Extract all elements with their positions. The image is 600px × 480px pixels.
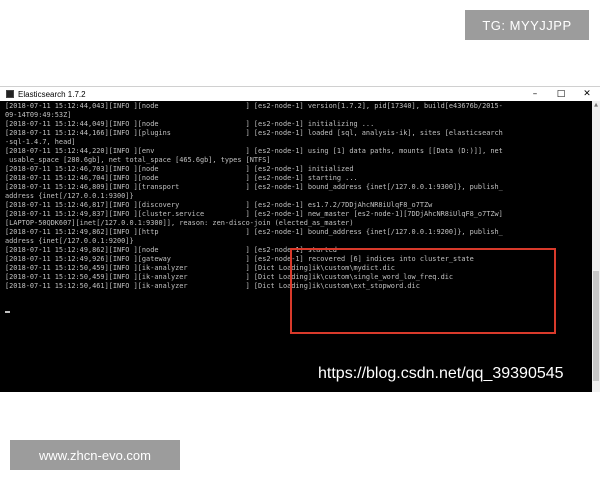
console-line: usable_space [280.6gb], net total_space … [5,156,271,164]
scroll-up-icon[interactable]: ▲ [592,101,600,109]
console-output[interactable]: [2018-07-11 15:12:44,043][INFO ][node ] … [0,101,592,392]
highlight-box [290,248,556,334]
console-app-icon [6,90,14,98]
watermark-url: https://blog.csdn.net/qq_39390545 [318,365,564,382]
console-line: [2018-07-11 15:12:46,817][INFO ][discove… [5,201,433,209]
title-bar: Elasticsearch 1.7.2 – □ ✕ [0,87,600,101]
scroll-thumb[interactable] [593,271,599,381]
console-line: [2018-07-11 15:12:44,220][INFO ][env ] [… [5,147,503,155]
console-line: [2018-07-11 15:12:49,837][INFO ][cluster… [5,210,503,218]
console-line: 09-14T09:49:53Z] [5,111,72,119]
console-line: [2018-07-11 15:12:46,704][INFO ][node ] … [5,174,358,182]
close-button[interactable]: ✕ [574,87,600,101]
console-line: [2018-07-11 15:12:46,809][INFO ][transpo… [5,183,503,191]
console-line: address {inet[/127.0.0.1:9200]} [5,237,134,245]
zhcn-badge: www.zhcn-evo.com [10,440,180,470]
console-line: -sql-1.4.7, head] [5,138,76,146]
window-controls: – □ ✕ [522,87,600,101]
console-line: [2018-07-11 15:12:49,862][INFO ][http ] … [5,228,503,236]
console-line: [2018-07-11 15:12:44,166][INFO ][plugins… [5,129,503,137]
text-cursor [5,311,10,313]
window-title: Elasticsearch 1.7.2 [18,89,86,99]
console-window: Elasticsearch 1.7.2 – □ ✕ [2018-07-11 15… [0,86,600,392]
console-line: [2018-07-11 15:12:44,043][INFO ][node ] … [5,102,503,110]
maximize-button[interactable]: □ [548,87,574,101]
minimize-button[interactable]: – [522,87,548,101]
tg-badge: TG: MYYJJPP [465,10,589,40]
console-line: address {inet[/127.0.0.1:9300]} [5,192,134,200]
console-line: [LAPTOP-50QDK607][inet[/127.0.0.1:9300]]… [5,219,354,227]
vertical-scrollbar[interactable]: ▲ [592,101,600,392]
console-line: [2018-07-11 15:12:46,703][INFO ][node ] … [5,165,354,173]
console-line: [2018-07-11 15:12:44,049][INFO ][node ] … [5,120,375,128]
